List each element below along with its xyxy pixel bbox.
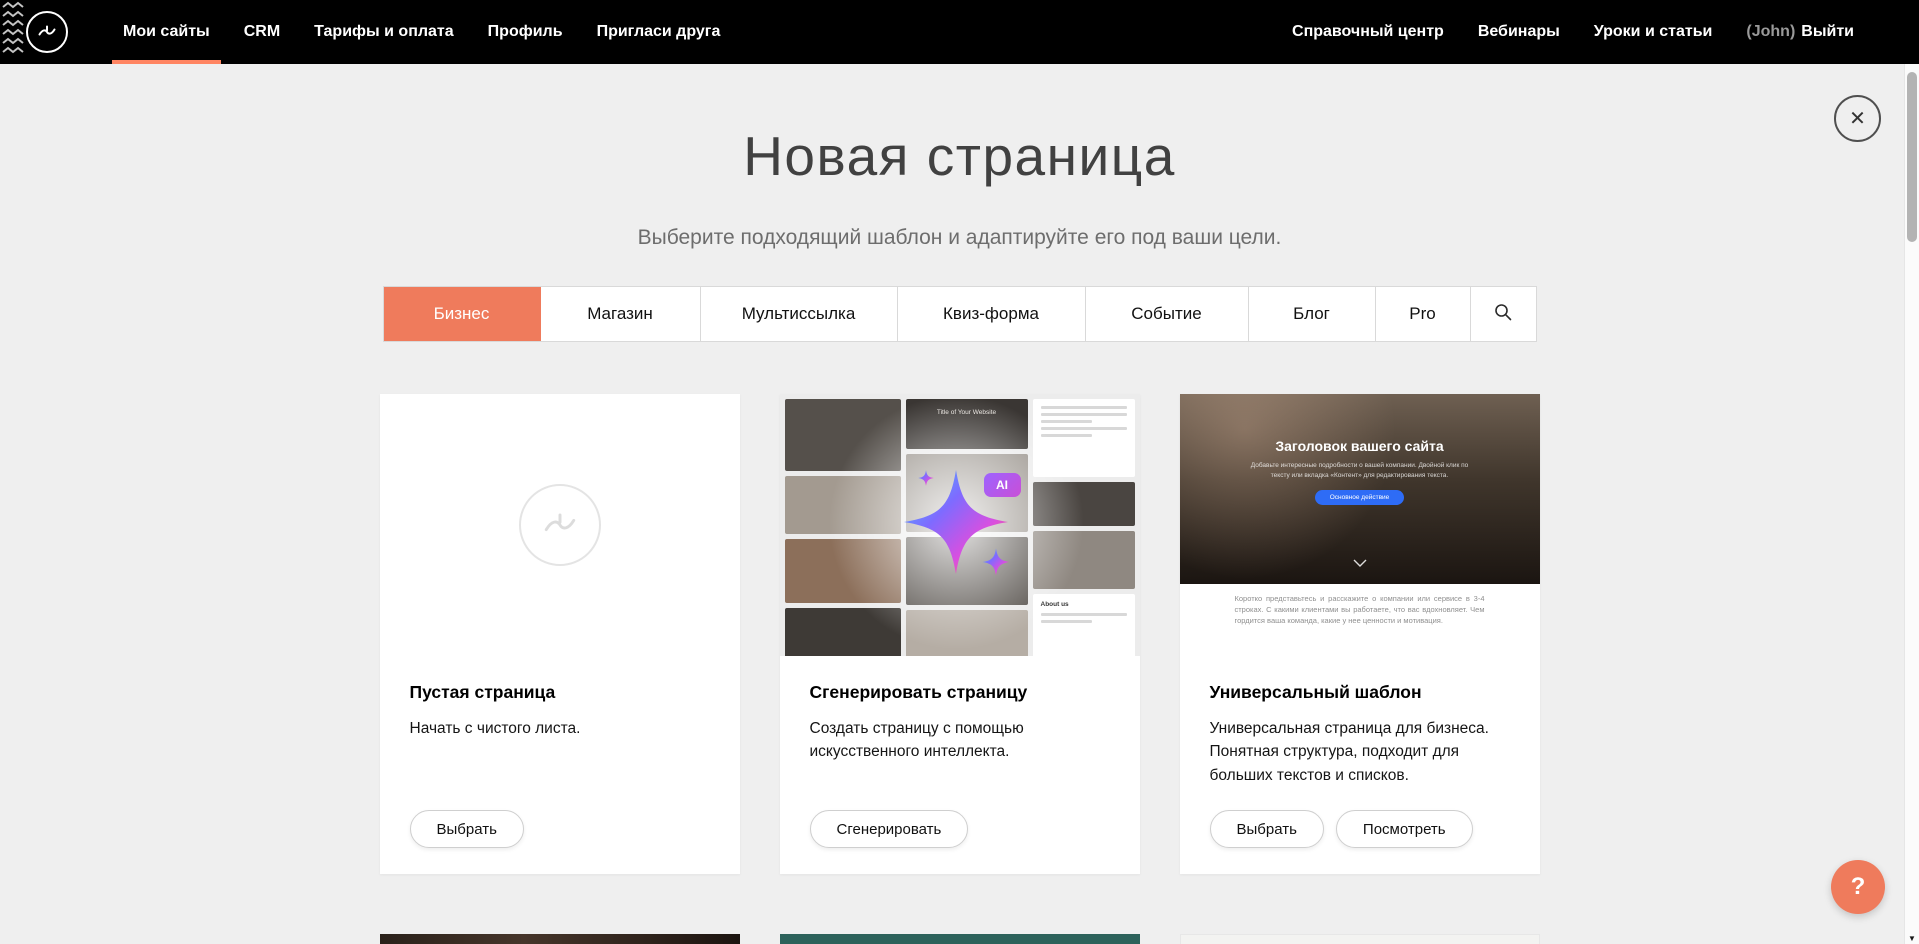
card-description: Создать страницу с помощью искусственног… [810,717,1110,764]
card-description: Универсальная страница для бизнеса. Поня… [1210,717,1510,787]
logout-label: Выйти [1801,23,1854,41]
primary-nav: Мои сайты CRM Тарифы и оплата Профиль Пр… [106,0,737,64]
select-blank-button[interactable]: Выбрать [410,810,524,848]
page-title: Новая страница [0,124,1919,188]
template-card-blank: Пустая страница Начать с чистого листа. … [380,394,740,874]
help-button[interactable]: ? [1831,860,1885,914]
tab-shop[interactable]: Магазин [541,287,701,341]
template-card-ai: Title of Your Website About us [780,394,1140,874]
card-title: Сгенерировать страницу [810,682,1110,703]
tab-search[interactable] [1471,287,1536,341]
template-card-universal: Заголовок вашего сайта Добавьте интересн… [1180,394,1540,874]
chevron-down-icon [1353,554,1367,572]
ai-badge: AI [984,473,1021,497]
template-hero-heading: Заголовок вашего сайта [1180,394,1540,454]
nav-invite-friend[interactable]: Пригласи друга [580,0,738,64]
template-card-partial[interactable] [380,934,740,944]
card-title: Пустая страница [410,682,710,703]
select-universal-button[interactable]: Выбрать [1210,810,1324,848]
template-category-tabs: Бизнес Магазин Мультиссылка Квиз-форма С… [383,286,1537,342]
nav-logout[interactable]: (John) Выйти [1729,0,1871,64]
tilda-watermark-icon [519,484,601,566]
template-body-text: Коротко представьтесь и расскажите о ком… [1235,594,1485,627]
secondary-nav: Справочный центр Вебинары Уроки и статьи… [1275,0,1871,64]
tab-event[interactable]: Событие [1086,287,1249,341]
template-hero-cta: Основное действие [1315,490,1405,505]
ai-card-preview: Title of Your Website About us [780,394,1140,656]
template-card-partial[interactable] [780,934,1140,944]
nav-lessons[interactable]: Уроки и статьи [1577,0,1730,64]
scrollbar[interactable]: ▼ [1904,64,1919,944]
scrollbar-thumb[interactable] [1907,72,1917,242]
card-description: Начать с чистого листа. [410,717,710,740]
zigzag-decoration-icon [2,0,24,64]
template-card-row-partial [380,934,1540,944]
nav-profile[interactable]: Профиль [471,0,580,64]
tab-quiz[interactable]: Квиз-форма [898,287,1086,341]
tab-multilink[interactable]: Мультиссылка [701,287,898,341]
tab-pro[interactable]: Pro [1376,287,1471,341]
nav-my-sites[interactable]: Мои сайты [106,0,227,64]
tab-blog[interactable]: Блог [1249,287,1376,341]
template-card-partial[interactable] [1180,934,1540,944]
template-hero-subtext: Добавьте интересные подробности о вашей … [1246,461,1474,481]
blank-card-preview [380,394,740,656]
user-name: (John) [1746,23,1795,41]
nav-crm[interactable]: CRM [227,0,297,64]
tab-business[interactable]: Бизнес [384,287,541,341]
nav-help-center[interactable]: Справочный центр [1275,0,1461,64]
top-nav-bar: Мои сайты CRM Тарифы и оплата Профиль Пр… [0,0,1919,64]
card-title: Универсальный шаблон [1210,682,1510,703]
scroll-down-arrow-icon[interactable]: ▼ [1905,934,1919,943]
nav-tariffs[interactable]: Тарифы и оплата [297,0,471,64]
nav-webinars[interactable]: Вебинары [1461,0,1577,64]
preview-universal-button[interactable]: Посмотреть [1336,810,1473,848]
tilda-logo[interactable] [26,11,68,53]
template-card-grid: Пустая страница Начать с чистого листа. … [380,394,1540,874]
search-icon [1493,302,1513,327]
ai-sparkle-icon [780,394,1140,656]
page-subtitle: Выберите подходящий шаблон и адаптируйте… [0,226,1919,250]
generate-page-button[interactable]: Сгенерировать [810,810,969,848]
template-body-preview: Коротко представьтесь и расскажите о ком… [1180,594,1540,656]
template-hero-preview: Заголовок вашего сайта Добавьте интересн… [1180,394,1540,584]
universal-card-preview: Заголовок вашего сайта Добавьте интересн… [1180,394,1540,656]
